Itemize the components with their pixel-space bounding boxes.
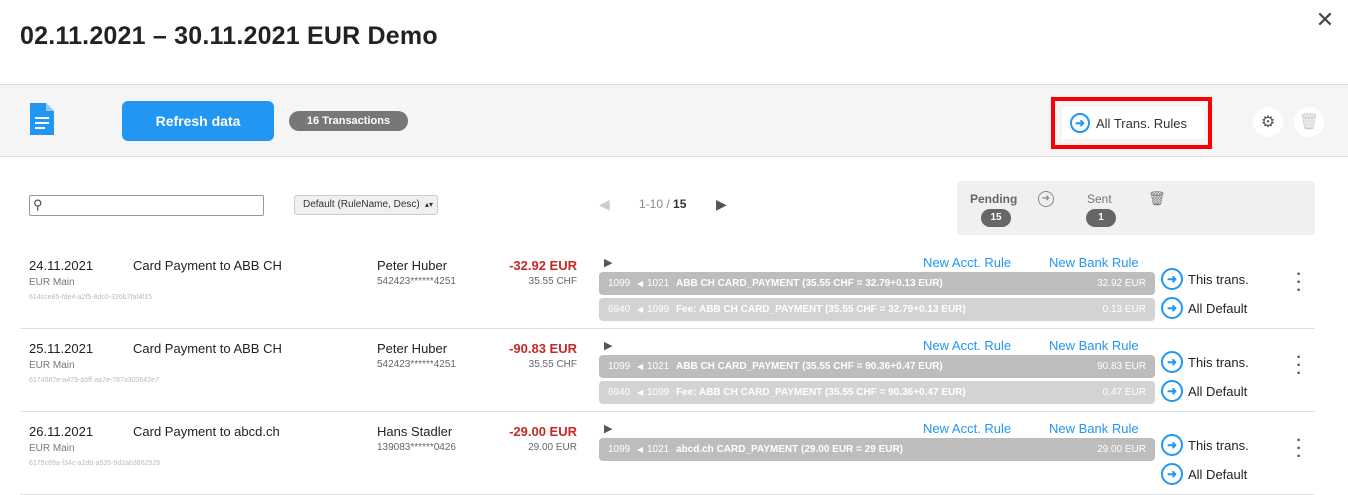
refresh-data-button[interactable]: Refresh data [122,101,274,141]
pager-prev-icon[interactable]: ◀ [599,196,610,213]
transaction-amount: -29.00 EUR [509,424,577,439]
arrow-right-circle-icon: ➜ [1161,380,1183,402]
close-icon[interactable]: ✕ [1313,8,1337,32]
transactions-count-badge: 16 Transactions [289,111,408,131]
transaction-id: 6175c89a-f34c-a2db-a535-5d2ab3862526 [29,460,161,467]
transaction-description: Card Payment to ABB CH [133,258,282,273]
pending-count-badge: 15 [981,209,1011,227]
document-icon[interactable] [27,103,57,135]
arrow-right-circle-icon: ➜ [1161,351,1183,373]
new-acct-rule-link[interactable]: New Acct. Rule [923,338,1011,353]
pager-next-icon[interactable]: ▶ [716,196,727,213]
gear-icon[interactable]: ⚙ [1253,107,1283,137]
apply-this-trans-button[interactable]: ➜ This trans. [1161,434,1249,456]
search-icon: ⚲ [33,197,43,212]
transaction-amount: -90.83 EUR [509,341,577,356]
transaction-id: 6174587e-a479-a5ff-aa7e-787a303642e7 [29,377,159,384]
counterparty-name: Peter Huber [377,258,448,273]
trash-icon[interactable]: 🗑 [1294,107,1324,137]
all-trans-rules-button[interactable]: ➜ All Trans. Rules [1062,107,1204,139]
new-bank-rule-link[interactable]: New Bank Rule [1049,338,1139,353]
sort-select-value: Default (RuleName, Desc) [303,199,420,210]
transaction-account: EUR Main [29,443,75,454]
apply-this-trans-button[interactable]: ➜ This trans. [1161,351,1249,373]
new-acct-rule-link[interactable]: New Acct. Rule [923,255,1011,270]
arrow-left-icon: ◀ [637,388,644,397]
arrow-right-circle-icon: ➜ [1161,268,1183,290]
booking-bar[interactable]: 6940 ◀ 1099 Fee: ABB CH CARD_PAYMENT (35… [599,298,1155,321]
booking-bar[interactable]: 1099 ◀ 1021 ABB CH CARD_PAYMENT (35.55 C… [599,355,1155,378]
all-trans-rules-label: All Trans. Rules [1096,115,1188,131]
new-bank-rule-link[interactable]: New Bank Rule [1049,421,1139,436]
transaction-date: 26.11.2021 [29,424,94,439]
booking-bar[interactable]: 6940 ◀ 1099 Fee: ABB CH CARD_PAYMENT (35… [599,381,1155,404]
expand-triangle-icon[interactable]: ▶ [604,256,612,269]
card-number: 139083******0426 [377,442,456,453]
status-panel [957,181,1315,235]
counterparty-name: Peter Huber [377,341,448,356]
apply-this-trans-button[interactable]: ➜ This trans. [1161,268,1249,290]
search-input[interactable]: ⚲ [29,195,264,216]
new-acct-rule-link[interactable]: New Acct. Rule [923,421,1011,436]
toolbar: Refresh data 16 Transactions ➜ All Trans… [0,85,1348,157]
send-arrow-icon[interactable]: ➜ [1038,191,1054,207]
arrow-left-icon: ◀ [637,362,644,371]
new-bank-rule-link[interactable]: New Bank Rule [1049,255,1139,270]
counterparty-name: Hans Stadler [377,424,453,439]
expand-triangle-icon[interactable]: ▶ [604,422,612,435]
transaction-description: Card Payment to abcd.ch [133,424,280,439]
transaction-date: 24.11.2021 [29,258,94,273]
transaction-description: Card Payment to ABB CH [133,341,282,356]
sent-label[interactable]: Sent [1087,192,1112,206]
arrow-right-circle-icon: ➜ [1161,297,1183,319]
transaction-row: 24.11.2021 EUR Main 614cce85-fde4-a2f5-8… [20,247,1315,329]
transaction-date: 25.11.2021 [29,341,94,356]
apply-all-default-button[interactable]: ➜ All Default [1161,380,1247,402]
original-amount: 29.00 EUR [528,442,577,453]
original-amount: 35.55 CHF [528,359,577,370]
transaction-account: EUR Main [29,360,75,371]
original-amount: 35.55 CHF [528,276,577,287]
arrow-right-circle-icon: ➜ [1161,463,1183,485]
sent-count-badge: 1 [1086,209,1116,227]
arrow-right-circle-icon: ➜ [1070,113,1090,133]
more-vert-icon[interactable]: · · · [1296,350,1302,382]
dialog-header: 02.11.2021 – 30.11.2021 EUR Demo ✕ [0,0,1348,85]
sort-select[interactable]: Default (RuleName, Desc) ▴▾ [294,195,438,215]
more-vert-icon[interactable]: · · · [1296,267,1302,299]
apply-all-default-button[interactable]: ➜ All Default [1161,463,1247,485]
page-title: 02.11.2021 – 30.11.2021 EUR Demo [20,22,438,50]
pending-label[interactable]: Pending [970,192,1017,206]
arrow-left-icon: ◀ [637,445,644,454]
arrow-left-icon: ◀ [637,305,644,314]
card-number: 542423******4251 [377,276,456,287]
card-number: 542423******4251 [377,359,456,370]
expand-triangle-icon[interactable]: ▶ [604,339,612,352]
transaction-id: 614cce85-fde4-a2f5-8dc0-326b7faf4f15 [29,294,152,301]
pager-range: 1-10 / 15 [639,197,687,211]
arrow-right-circle-icon: ➜ [1161,434,1183,456]
trash-icon[interactable]: 🗑 [1148,190,1166,207]
arrow-left-icon: ◀ [637,279,644,288]
transaction-row: 26.11.2021 EUR Main 6175c89a-f34c-a2db-a… [20,413,1315,495]
more-vert-icon[interactable]: · · · [1296,433,1302,465]
select-arrows-icon: ▴▾ [424,200,433,209]
transaction-row: 25.11.2021 EUR Main 6174587e-a479-a5ff-a… [20,330,1315,412]
booking-bar[interactable]: 1099 ◀ 1021 ABB CH CARD_PAYMENT (35.55 C… [599,272,1155,295]
transaction-account: EUR Main [29,277,75,288]
booking-bar[interactable]: 1099 ◀ 1021 abcd.ch CARD_PAYMENT (29.00 … [599,438,1155,461]
apply-all-default-button[interactable]: ➜ All Default [1161,297,1247,319]
transaction-amount: -32.92 EUR [509,258,577,273]
